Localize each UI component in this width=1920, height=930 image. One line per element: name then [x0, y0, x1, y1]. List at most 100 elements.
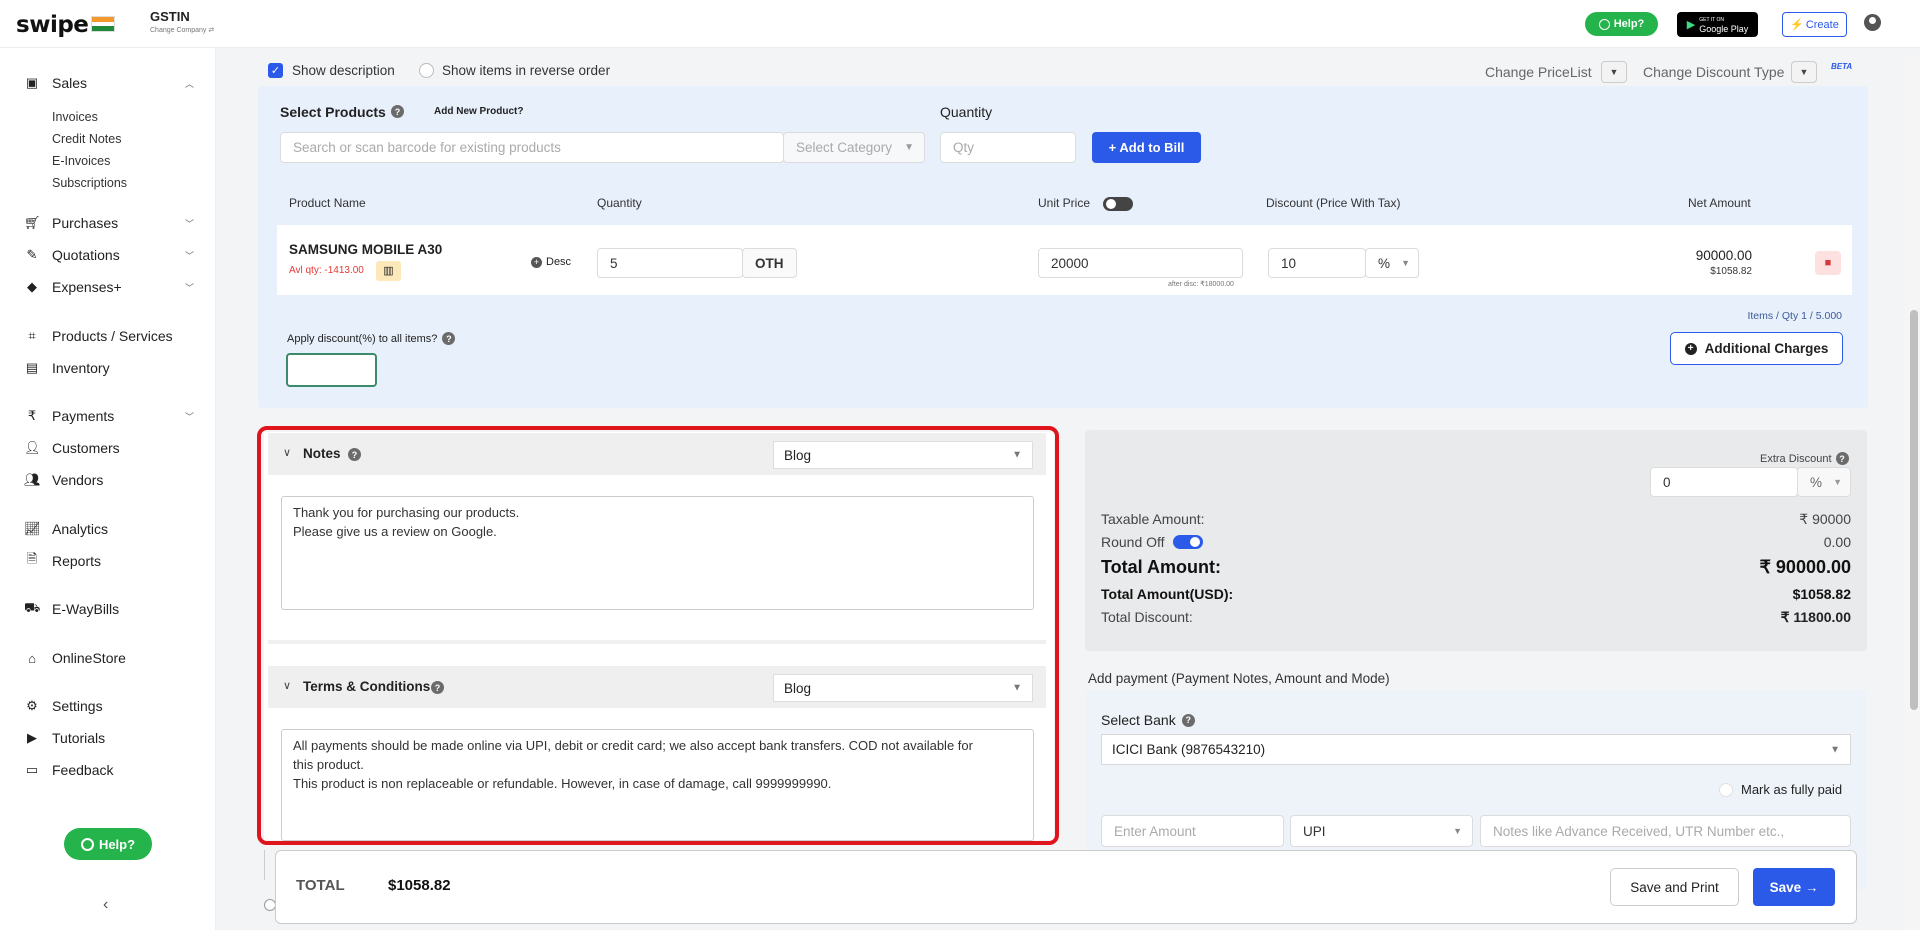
help-icon[interactable]: ?: [1835, 452, 1849, 465]
sidebar-item-analytics[interactable]: 📈︎ Analytics: [24, 519, 194, 539]
chat-icon: ▭: [25, 762, 39, 777]
help-icon[interactable]: ?: [1181, 713, 1195, 727]
unit-price-toggle[interactable]: [1103, 197, 1133, 211]
col-unit-price: Unit Price: [1038, 196, 1091, 210]
cash-icon: ▣: [25, 75, 39, 90]
bank-select[interactable]: ICICI Bank (9876543210) ▼: [1101, 734, 1851, 765]
sidebar-help-button[interactable]: Help?: [64, 828, 152, 860]
extra-discount-input[interactable]: 0: [1650, 467, 1798, 497]
company-name[interactable]: GSTIN: [150, 9, 190, 24]
mark-paid-checkbox[interactable]: [1719, 782, 1733, 797]
sidebar-item-label: Purchases: [52, 215, 119, 231]
add-payment-heading: Add payment (Payment Notes, Amount and M…: [1088, 671, 1390, 686]
delete-row-button[interactable]: ■: [1815, 251, 1841, 275]
sidebar-item-label: Products / Services: [52, 328, 173, 344]
sidebar-item-quotations[interactable]: ✎ Quotations ﹀: [24, 245, 194, 265]
sidebar-item-label: OnlineStore: [52, 650, 126, 666]
sidebar-item-vendors[interactable]: 👥︎ Vendors: [24, 470, 194, 490]
google-play-badge[interactable]: ▶ GET IT ON Google Play: [1677, 12, 1758, 37]
save-button[interactable]: Save →: [1753, 868, 1835, 906]
discount-input[interactable]: 10: [1268, 248, 1366, 278]
sidebar-item-ewaybills[interactable]: ⛟ E-WayBills: [24, 599, 194, 619]
sidebar: ▣ Sales ︿ Invoices Credit Notes E-Invoic…: [0, 48, 216, 930]
product-name[interactable]: SAMSUNG MOBILE A30: [289, 242, 442, 257]
sidebar-item-sales[interactable]: ▣ Sales ︿: [24, 73, 194, 93]
qty-input[interactable]: Qty: [940, 132, 1076, 163]
swipe-logo[interactable]: swipe: [16, 12, 89, 38]
create-button[interactable]: ⚡ Create: [1782, 12, 1847, 37]
items-qty-count: Items / Qty 1 / 5.000: [1747, 310, 1842, 322]
taxable-amount-row: Taxable Amount: ₹ 90000: [1101, 511, 1851, 527]
extra-discount-type-select[interactable]: % ▼: [1797, 467, 1851, 497]
collapse-sidebar-icon[interactable]: ‹: [103, 896, 108, 914]
add-to-bill-button[interactable]: + Add to Bill: [1092, 132, 1201, 163]
chart-line-icon: 📈︎: [24, 521, 41, 536]
sidebar-item-label: Sales: [52, 75, 88, 91]
sidebar-item-products[interactable]: ⌗ Products / Services: [24, 326, 194, 346]
product-search-input[interactable]: Search or scan barcode for existing prod…: [280, 132, 784, 163]
mark-paid-option[interactable]: Mark as fully paid: [1719, 782, 1842, 797]
sidebar-item-expenses[interactable]: ◆ Expenses+ ﹀: [24, 277, 194, 297]
sidebar-sub-credit-notes[interactable]: Credit Notes: [52, 132, 121, 146]
round-off-row: Round Off 0.00: [1101, 534, 1851, 550]
sidebar-item-reports[interactable]: 🗎︎ Reports: [24, 551, 194, 571]
add-description-button[interactable]: + Desc: [531, 256, 571, 268]
additional-charges-button[interactable]: + Additional Charges: [1670, 332, 1843, 365]
payment-amount-input[interactable]: Enter Amount: [1101, 815, 1284, 847]
store-icon: ⌂: [28, 650, 36, 666]
highlight-frame: [257, 426, 1059, 845]
sidebar-item-customers[interactable]: 👤︎ Customers: [24, 438, 194, 458]
user-account-icon[interactable]: [1864, 14, 1881, 31]
report-icon: 🗎︎: [26, 551, 38, 566]
show-reverse-checkbox[interactable]: [419, 63, 434, 78]
chevron-down-icon: ﹀: [184, 282, 194, 293]
show-reverse-label: Show items in reverse order: [442, 63, 611, 78]
sidebar-item-label: Tutorials: [52, 730, 106, 746]
change-discount-type-dropdown[interactable]: ▼: [1791, 61, 1817, 83]
sidebar-item-label: Analytics: [52, 521, 109, 537]
sidebar-item-feedback[interactable]: ▭ Feedback: [24, 760, 194, 780]
payment-mode-select[interactable]: UPI ▼: [1290, 815, 1473, 847]
sidebar-item-settings[interactable]: ⚙ Settings: [24, 696, 194, 716]
unit-label: OTH: [742, 248, 797, 278]
help-icon[interactable]: ?: [442, 332, 456, 345]
sidebar-item-inventory[interactable]: ▤ Inventory: [24, 358, 194, 378]
sidebar-item-payments[interactable]: ₹ Payments ﹀: [24, 406, 194, 426]
chevron-down-icon: ▼: [904, 142, 914, 153]
chevron-down-icon: ﹀: [184, 411, 194, 422]
row-quantity-input[interactable]: 5: [597, 248, 743, 278]
sidebar-item-tutorials[interactable]: ▶ Tutorials: [24, 728, 194, 748]
whatsapp-icon: [80, 837, 94, 851]
rupee-icon: ₹: [27, 408, 37, 423]
change-pricelist-dropdown[interactable]: ▼: [1601, 61, 1627, 83]
chevron-down-icon: ▼: [1833, 477, 1842, 487]
help-button[interactable]: Help?: [1585, 12, 1658, 36]
round-off-toggle[interactable]: [1172, 535, 1203, 549]
chevron-down-icon: ﹀: [184, 250, 194, 261]
sidebar-item-label: Customers: [52, 440, 120, 456]
sidebar-item-onlinestore[interactable]: ⌂ OnlineStore: [24, 648, 194, 668]
sidebar-sub-subscriptions[interactable]: Subscriptions: [52, 176, 127, 190]
add-new-product-link[interactable]: Add New Product?: [434, 106, 523, 117]
save-and-print-button[interactable]: Save and Print: [1610, 868, 1739, 906]
change-company-link[interactable]: Change Company ⇄: [150, 26, 214, 34]
sidebar-sub-e-invoices[interactable]: E-Invoices: [52, 154, 110, 168]
show-description-checkbox[interactable]: ✓: [268, 63, 283, 78]
apply-discount-input[interactable]: [286, 353, 377, 387]
total-discount-row: Total Discount: ₹ 11800.00: [1101, 609, 1851, 625]
discount-type-select[interactable]: % ▼: [1365, 248, 1419, 278]
sidebar-item-label: Expenses+: [52, 279, 122, 295]
unit-price-input[interactable]: 20000: [1038, 248, 1243, 278]
sidebar-sub-invoices[interactable]: Invoices: [52, 110, 98, 124]
select-products-title: Select Products: [280, 104, 386, 120]
help-icon[interactable]: ?: [391, 105, 404, 118]
payment-notes-input[interactable]: Notes like Advance Received, UTR Number …: [1480, 815, 1851, 847]
category-select[interactable]: Select Category ▼: [783, 132, 925, 163]
tag-icon: ◆: [27, 279, 37, 294]
cart-icon: 🛒︎: [24, 215, 41, 230]
sidebar-item-label: Settings: [52, 698, 103, 714]
total-amount-row: Total Amount: ₹ 90000.00: [1101, 557, 1851, 577]
sidebar-item-purchases[interactable]: 🛒︎ Purchases ﹀: [24, 213, 194, 233]
scrollbar-thumb[interactable]: [1910, 310, 1918, 710]
barcode-icon[interactable]: ▥: [376, 261, 401, 281]
